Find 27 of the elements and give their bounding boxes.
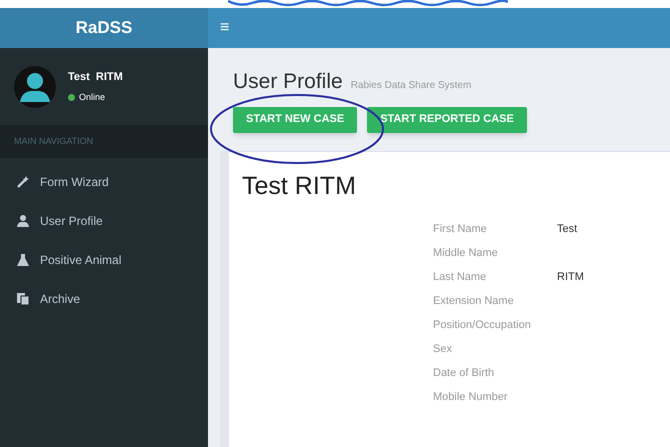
user-icon: [16, 214, 30, 228]
field-label: Middle Name: [433, 246, 499, 261]
field-label: Sex: [433, 342, 453, 357]
nav-item[interactable]: Form Wizard: [0, 162, 208, 201]
nav-item[interactable]: User Profile: [0, 201, 208, 240]
field-value: Test: [557, 222, 578, 237]
status-label: Online: [79, 90, 106, 104]
nav-item[interactable]: Archive: [0, 279, 208, 318]
profile-name: Test RITM: [242, 170, 357, 202]
user-name: Test RITM: [68, 70, 123, 85]
magic-wand-icon: [16, 174, 30, 188]
flask-icon: [16, 252, 30, 266]
page-title: User Profile: [233, 69, 343, 95]
nav-heading: MAIN NAVIGATION: [0, 125, 208, 158]
field-label: Position/Occupation: [433, 318, 532, 333]
avatar-icon: [14, 66, 56, 108]
field-value: RITM: [557, 270, 585, 285]
nav-item[interactable]: Positive Animal: [0, 240, 208, 279]
field-label: First Name: [433, 222, 488, 237]
menu-icon[interactable]: ≡: [220, 20, 230, 36]
field-label: Extension Name: [433, 294, 515, 309]
documents-icon: [16, 292, 30, 306]
field-label: Mobile Number: [433, 390, 509, 405]
page-subtitle: Rabies Data Share System: [350, 79, 472, 93]
logo[interactable]: RaDSS: [0, 8, 208, 48]
field-label: Date of Birth: [433, 366, 496, 381]
field-label: Last Name: [433, 270, 488, 285]
